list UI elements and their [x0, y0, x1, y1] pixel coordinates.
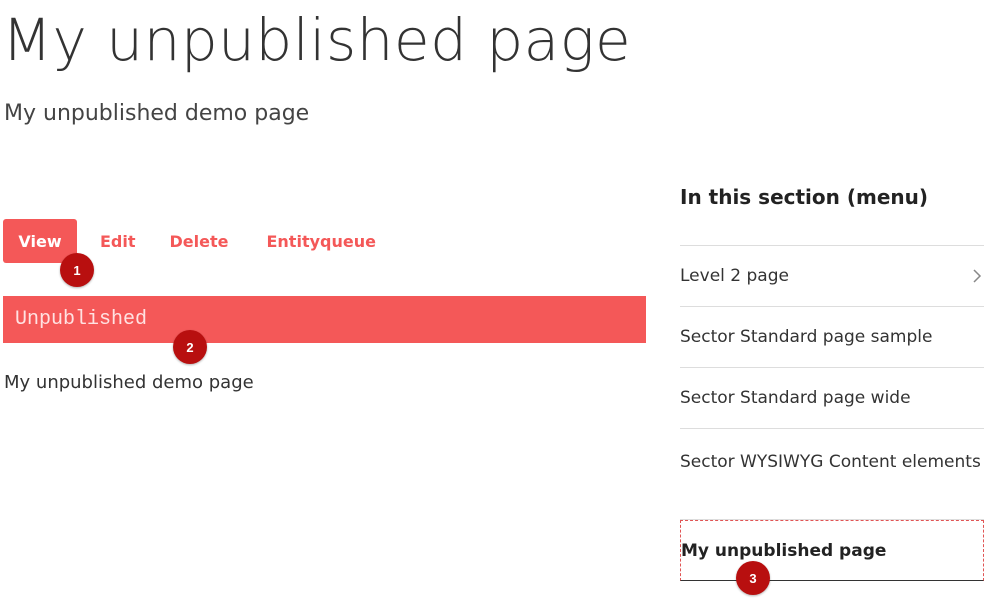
unpublished-status-banner: Unpublished — [3, 296, 646, 343]
page-title: My unpublished page — [2, 6, 632, 74]
page-subtitle: My unpublished demo page — [4, 101, 310, 126]
menu-item-sector-standard-page-wide[interactable]: Sector Standard page wide — [680, 368, 984, 429]
page-body-text: My unpublished demo page — [4, 372, 254, 393]
tab-delete[interactable]: Delete — [155, 219, 244, 263]
menu-item-label: Sector Standard page sample — [680, 327, 933, 347]
menu-item-my-unpublished-page[interactable]: My unpublished page — [680, 520, 984, 581]
annotation-badge-3: 3 — [736, 561, 770, 595]
chevron-right-icon[interactable] — [972, 269, 982, 283]
menu-item-level-2-page[interactable]: Level 2 page — [680, 246, 984, 307]
menu-item-label: My unpublished page — [681, 540, 887, 561]
annotation-badge-2: 2 — [173, 330, 207, 364]
menu-item-label: Sector WYSIWYG Content elements — [680, 452, 981, 472]
menu-item-label: Level 2 page — [680, 266, 789, 286]
tab-entityqueue[interactable]: Entityqueue — [251, 219, 390, 263]
local-tasks-tabs: View Edit Delete Entityqueue — [3, 219, 391, 263]
menu-item-label: Sector Standard page wide — [680, 388, 911, 408]
menu-item-sector-standard-page-sample[interactable]: Sector Standard page sample — [680, 307, 984, 368]
tab-edit[interactable]: Edit — [85, 219, 151, 263]
menu-item-sector-wysiwyg-content-elements[interactable]: Sector WYSIWYG Content elements — [680, 429, 984, 520]
section-menu: In this section (menu) Level 2 page Sect… — [680, 180, 984, 581]
section-menu-list: Level 2 page Sector Standard page sample… — [680, 245, 984, 581]
annotation-badge-1: 1 — [60, 253, 94, 287]
unpublished-status-label: Unpublished — [15, 308, 148, 331]
section-menu-heading: In this section (menu) — [680, 185, 929, 209]
